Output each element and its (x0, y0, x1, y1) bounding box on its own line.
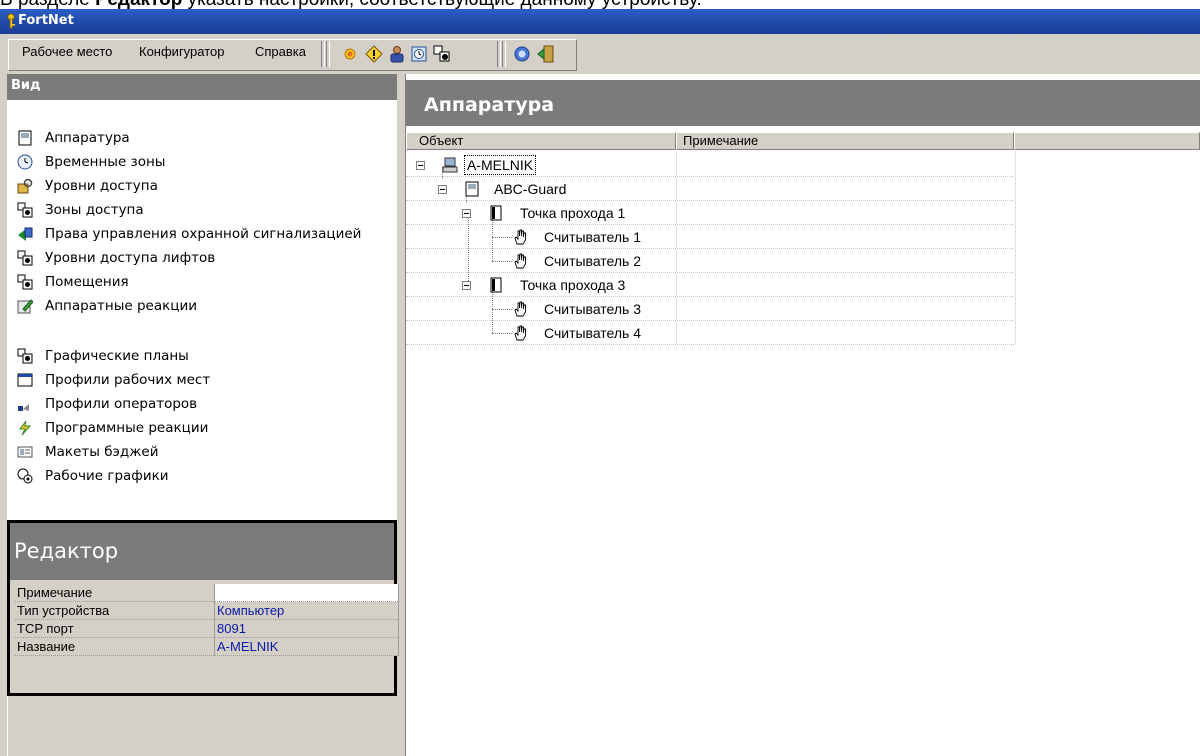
alarm-rights-icon (18, 227, 33, 241)
exit-icon[interactable] (537, 45, 555, 63)
zones-icon (17, 250, 33, 266)
hardware-tree: A-MELNIK ABC-Guard Точка прохода 1 Считы… (406, 153, 1016, 353)
operator-icon (18, 404, 29, 411)
help-icon[interactable] (513, 45, 531, 63)
tree-row[interactable]: Считыватель 2 (406, 249, 1016, 273)
warning-diamond-icon[interactable] (365, 45, 383, 63)
key-lock-icon (17, 178, 33, 194)
menu-toolbar: Рабочее место Конфигуратор Справка (0, 34, 1200, 75)
note-cell[interactable] (676, 249, 1016, 272)
zones-icon (17, 202, 33, 218)
hardware-pane: Аппаратура Объект Примечание A-MELNIK AB… (406, 74, 1200, 756)
menu-configurator[interactable]: Конфигуратор (139, 44, 224, 59)
left-lower-area (7, 696, 398, 756)
note-cell[interactable] (676, 273, 1016, 296)
tree-row[interactable]: Считыватель 4 (406, 321, 1016, 345)
door-icon (490, 277, 502, 293)
property-row[interactable]: TCP порт 8091 (15, 619, 399, 638)
property-grid: Примечание Тип устройства Компьютер TCP … (15, 584, 399, 656)
column-header-note[interactable]: Примечание (676, 132, 1014, 150)
tree-row[interactable]: Точка прохода 3 (406, 273, 1016, 297)
property-key: Название (15, 637, 215, 656)
property-row[interactable]: Примечание (15, 584, 399, 602)
person-icon[interactable] (388, 45, 406, 63)
note-cell[interactable] (676, 225, 1016, 248)
collapse-toggle[interactable] (438, 185, 447, 194)
property-key: TCP порт (15, 619, 215, 638)
property-value-name[interactable]: A-MELNIK (214, 637, 399, 656)
hand-reader-icon (514, 253, 526, 269)
property-value-device-type[interactable]: Компьютер (214, 601, 399, 620)
computer-icon (442, 157, 458, 173)
editor-panel: Редактор Примечание Тип устройства Компь… (7, 520, 399, 696)
property-value-tcp-port[interactable]: 8091 (214, 619, 399, 638)
toolbar-separator (502, 41, 506, 67)
tree-row[interactable]: Считыватель 3 (406, 297, 1016, 321)
menu-workplace[interactable]: Рабочее место (22, 44, 112, 59)
sun-icon[interactable] (341, 45, 359, 63)
schedule-icon (17, 468, 33, 484)
column-header-object[interactable]: Объект (406, 132, 676, 150)
tree-row[interactable]: Считыватель 1 (406, 225, 1016, 249)
note-cell[interactable] (676, 177, 1016, 200)
collapse-toggle[interactable] (416, 161, 425, 170)
property-key: Примечание (15, 584, 215, 602)
clock-icon (17, 154, 33, 170)
menu-help[interactable]: Справка (255, 44, 306, 59)
tree-row[interactable]: ABC-Guard (406, 177, 1016, 201)
window-icon (17, 373, 33, 387)
badge-icon (17, 446, 33, 458)
door-icon (490, 205, 502, 221)
toolbar-separator (321, 41, 325, 67)
collapse-toggle[interactable] (462, 281, 471, 290)
hardware-header: Аппаратура (406, 80, 1200, 126)
zones-icon (17, 274, 33, 290)
window-title: FortNet (18, 13, 74, 28)
tree-row[interactable]: Точка прохода 1 (406, 201, 1016, 225)
document-caption: В разделе Редактор указать настройки, со… (0, 0, 1200, 9)
note-cell[interactable] (676, 321, 1016, 344)
zones-icon[interactable] (433, 45, 451, 63)
left-pane: Вид Аппаратура Временные зоны Уровни дос… (0, 74, 406, 756)
property-row[interactable]: Тип устройства Компьютер (15, 601, 399, 620)
hand-reader-icon (514, 229, 526, 245)
hand-reader-icon (514, 301, 526, 317)
controller-icon (465, 181, 479, 197)
toolbar-separator (326, 41, 330, 67)
zones-icon (17, 348, 33, 364)
lightning-icon (19, 420, 32, 436)
collapse-toggle[interactable] (462, 209, 471, 218)
property-key: Тип устройства (15, 601, 215, 620)
editor-header: Редактор (10, 523, 394, 580)
clock-icon[interactable] (410, 45, 428, 63)
note-cell[interactable] (676, 297, 1016, 320)
property-value-note[interactable] (214, 584, 399, 602)
view-panel-list: Аппаратура Временные зоны Уровни доступа… (7, 100, 397, 520)
hardware-icon (18, 130, 32, 146)
column-header-filler (1014, 132, 1200, 150)
note-cell[interactable] (676, 201, 1016, 224)
view-panel-header: Вид (7, 74, 397, 100)
toolbar-separator (497, 41, 501, 67)
note-cell[interactable] (676, 153, 1016, 176)
window-title-bar[interactable]: FortNet (0, 9, 1200, 34)
tree-row[interactable]: A-MELNIK (406, 153, 1016, 177)
reaction-edit-icon (17, 299, 33, 314)
hand-reader-icon (514, 325, 526, 341)
property-row[interactable]: Название A-MELNIK (15, 637, 399, 656)
